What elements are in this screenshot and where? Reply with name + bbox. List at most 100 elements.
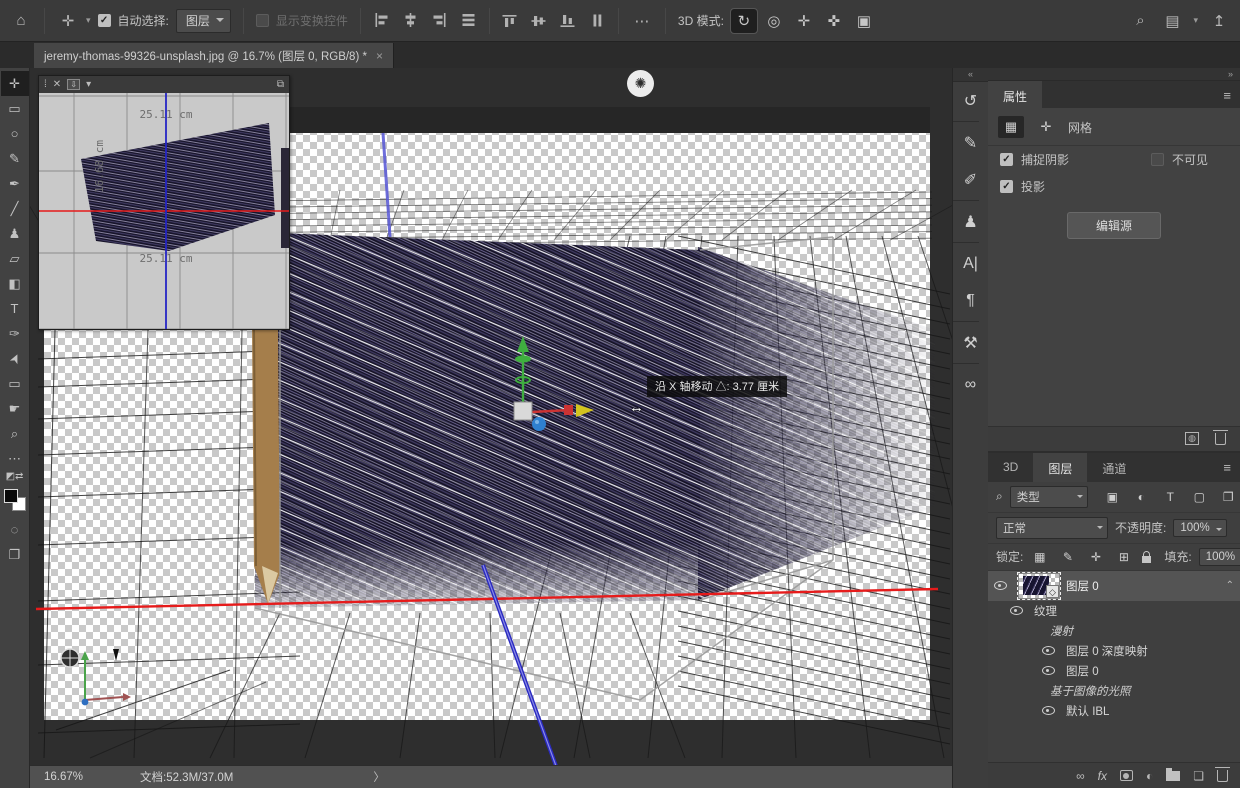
brush-tool[interactable]: ╱ — [1, 196, 29, 221]
workspace-icon[interactable]: ▤ — [1161, 12, 1183, 30]
visibility-eye-icon[interactable] — [1004, 606, 1028, 615]
type-tool[interactable]: T — [1, 296, 29, 321]
eyedropper-tool[interactable]: ✒ — [1, 171, 29, 196]
expand-panels-icon[interactable]: » — [988, 68, 1240, 81]
close-tab-icon[interactable]: × — [376, 49, 383, 63]
align-top-icon[interactable] — [502, 13, 519, 28]
edit-source-button[interactable]: 编辑源 — [1067, 212, 1161, 239]
orbit-3d-icon[interactable]: ↻ — [731, 9, 757, 33]
layer-sub-row[interactable]: 图层 0 深度映射 — [988, 641, 1240, 661]
panel-menu-icon[interactable]: ≡ — [1214, 81, 1240, 108]
character-icon[interactable]: A| — [953, 245, 989, 282]
align-bottom-icon[interactable] — [560, 13, 577, 28]
blend-mode-dropdown[interactable]: 正常 — [996, 517, 1108, 539]
eraser-tool[interactable]: ▱ — [1, 246, 29, 271]
layer-sub-row[interactable]: 纹理 — [988, 601, 1240, 621]
auto-select-checkbox[interactable]: ✓ — [98, 14, 111, 27]
swap-colors-icon[interactable]: ◩⇄ — [6, 471, 24, 487]
zoom-level[interactable]: 16.67% — [30, 771, 130, 783]
panel-menu-icon[interactable]: ≡ — [1214, 453, 1240, 482]
lock-artboard-icon[interactable]: ⊞ — [1114, 550, 1133, 564]
history-icon[interactable]: ↺ — [953, 82, 989, 119]
align-justify-icon[interactable] — [460, 13, 477, 28]
link-icon[interactable]: ∞ — [1076, 769, 1085, 783]
invisible-checkbox[interactable] — [1151, 153, 1164, 166]
brush-settings-icon[interactable]: ✎ — [953, 124, 989, 161]
layer-thumbnail[interactable]: ◇ — [1018, 573, 1060, 599]
mesh-properties-icon[interactable]: ▦ — [998, 116, 1024, 138]
show-transform-checkbox[interactable] — [256, 14, 269, 27]
gradient-tool[interactable]: ◧ — [1, 271, 29, 296]
lock-all-icon[interactable] — [1142, 556, 1151, 563]
paragraph-icon[interactable]: ¶ — [953, 282, 989, 319]
delete-layer-icon[interactable] — [1217, 770, 1228, 782]
move-tool-icon[interactable]: ✛ — [57, 12, 79, 30]
layer-row[interactable]: ◇图层 0⌃ — [988, 571, 1240, 601]
collapse-panels-icon[interactable]: « — [953, 68, 988, 82]
marquee-tool[interactable]: ▭ — [1, 96, 29, 121]
align-hcenter-icon[interactable] — [402, 13, 419, 28]
rectangle-tool[interactable]: ▭ — [1, 371, 29, 396]
type-filter-icon[interactable]: T — [1161, 490, 1180, 504]
new-layer-icon[interactable]: ❏ — [1193, 769, 1204, 783]
layer-sub-row[interactable]: 图层 0 — [988, 661, 1240, 681]
search-icon[interactable]: ⌕ — [1129, 12, 1151, 29]
foreground-color-swatch[interactable] — [4, 489, 18, 503]
lasso-tool[interactable]: ○ — [1, 121, 29, 146]
visibility-eye-icon[interactable] — [1036, 666, 1060, 675]
document-tab[interactable]: jeremy-thomas-99326-unsplash.jpg @ 16.7%… — [34, 43, 394, 68]
roll-3d-icon[interactable]: ◎ — [761, 9, 787, 33]
scale-3d-icon[interactable]: ▣ — [851, 9, 877, 33]
adjustment-icon[interactable]: ◐ — [1146, 769, 1153, 783]
mask-icon[interactable] — [1120, 770, 1133, 781]
pan-3d-icon[interactable]: ✛ — [791, 9, 817, 33]
more-options-icon[interactable]: ⋯ — [631, 12, 653, 30]
chevron-down-icon[interactable]: ▾ — [86, 15, 91, 26]
layer-sub-row[interactable]: 默认 IBL — [988, 701, 1240, 721]
render-icon[interactable]: ◍ — [1185, 432, 1199, 445]
quick-selection-tool[interactable]: ✎ — [1, 146, 29, 171]
hand-tool[interactable]: ☛ — [1, 396, 29, 421]
screen-mode-icon[interactable]: ❐ — [1, 542, 29, 567]
chevron-down-icon[interactable]: ▾ — [1193, 15, 1198, 26]
auto-select-dropdown[interactable]: 图层 — [176, 9, 231, 33]
lock-transparent-icon[interactable]: ▦ — [1030, 550, 1049, 564]
tool-presets-icon[interactable]: ⚒ — [953, 324, 989, 361]
expand-view-icon[interactable]: ⧉ — [277, 79, 284, 90]
chevron-down-icon[interactable]: ▾ — [86, 79, 91, 90]
slide-3d-icon[interactable]: ✜ — [821, 9, 847, 33]
layer-sub-row[interactable]: 基于图像的光照 — [988, 681, 1240, 701]
filter-type-dropdown[interactable]: 类型 — [1010, 486, 1088, 508]
visibility-eye-icon[interactable] — [1036, 706, 1060, 715]
align-left-icon[interactable] — [373, 13, 390, 28]
ellipsis-tool[interactable]: ⋯ — [1, 446, 29, 471]
brushes-icon[interactable]: ✐ — [953, 161, 989, 198]
zoom-tool[interactable]: ⌕ — [1, 421, 29, 446]
canvas-viewport[interactable]: ✺ ⁞ ✕ ⇩ ▾ ⧉ — [30, 68, 952, 765]
lock-paint-icon[interactable]: ✎ — [1058, 550, 1077, 564]
shape-filter-icon[interactable]: ▢ — [1190, 490, 1209, 504]
move-tool[interactable]: ✛ — [1, 71, 29, 96]
clone-source-icon[interactable]: ♟ — [953, 203, 989, 240]
tab-layers[interactable]: 图层 — [1033, 453, 1087, 482]
visibility-eye-icon[interactable] — [1036, 646, 1060, 655]
status-chevron-icon[interactable]: 〉 — [373, 769, 385, 785]
secondary-view-panel[interactable]: ⁞ ✕ ⇩ ▾ ⧉ — [38, 75, 290, 330]
quick-mask-icon[interactable]: ◌ — [1, 517, 29, 542]
smart-object-filter-icon[interactable]: ❐ — [1219, 490, 1238, 504]
delete-icon[interactable] — [1215, 433, 1226, 445]
panel-menu-icon[interactable]: ⁞ — [44, 79, 47, 90]
layer-sub-row[interactable]: 漫射 — [988, 621, 1240, 641]
opacity-dropdown[interactable]: 100% — [1173, 519, 1226, 537]
tab-3d[interactable]: 3D — [988, 453, 1033, 482]
swap-view-icon[interactable]: ⇩ — [67, 79, 80, 90]
catch-shadows-checkbox[interactable]: ✓ — [1000, 153, 1013, 166]
collapse-chevron-icon[interactable]: ⌃ — [1226, 580, 1234, 591]
libraries-icon[interactable]: ∞ — [953, 366, 989, 403]
close-icon[interactable]: ✕ — [53, 79, 61, 90]
tab-properties[interactable]: 属性 — [988, 81, 1042, 108]
fx-icon[interactable]: fx — [1098, 769, 1107, 783]
tab-channels[interactable]: 通道 — [1087, 453, 1141, 482]
visibility-eye-icon[interactable] — [988, 581, 1012, 590]
distribute-h-icon[interactable] — [589, 13, 606, 28]
